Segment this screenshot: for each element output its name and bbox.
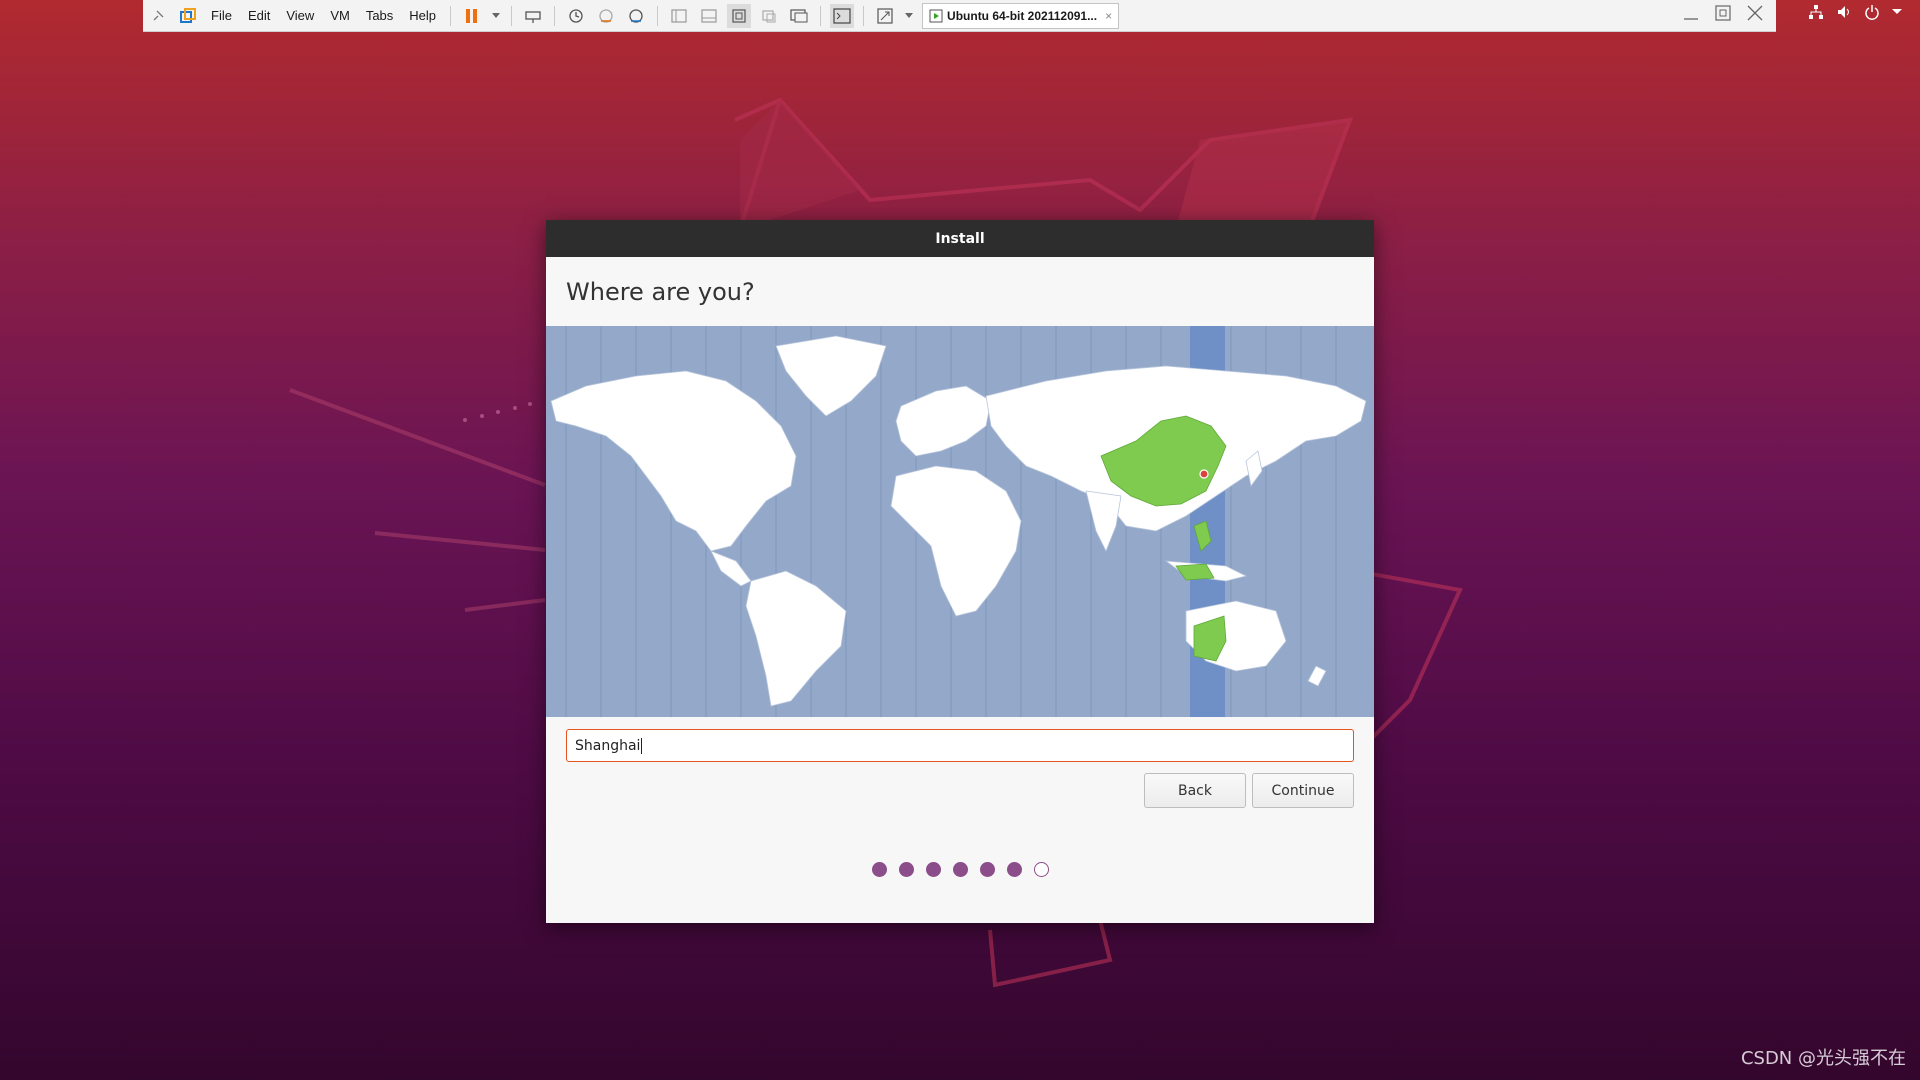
menu-view[interactable]: View — [278, 8, 322, 23]
page-title: Where are you? — [566, 277, 755, 306]
progress-dot-completed — [925, 862, 941, 877]
close-tab-icon[interactable]: × — [1105, 9, 1112, 23]
pause-icon[interactable] — [460, 4, 484, 28]
close-icon[interactable] — [1746, 4, 1764, 22]
menu-edit[interactable]: Edit — [240, 8, 278, 23]
minimize-icon[interactable] — [1682, 4, 1700, 22]
install-window: Install Where are you? Shanghai Back Con… — [546, 220, 1374, 923]
vm-tab[interactable]: Ubuntu 64-bit 202112091... × — [922, 2, 1120, 29]
toolbar-divider — [863, 5, 865, 26]
unity-icon[interactable] — [757, 4, 781, 28]
menu-help[interactable]: Help — [401, 8, 444, 23]
menu-tabs[interactable]: Tabs — [358, 8, 401, 23]
watermark: CSDN @光头强不在 — [1740, 1048, 1906, 1069]
toolbar-divider — [511, 5, 513, 26]
vm-tab-title: Ubuntu 64-bit 202112091... — [947, 8, 1098, 23]
chevron-down-icon[interactable] — [903, 4, 915, 28]
vmware-logo-icon — [176, 4, 200, 28]
vmware-toolbar: File Edit View VM Tabs Help Ubuntu 64-bi… — [143, 0, 1776, 32]
menu-vm[interactable]: VM — [322, 8, 358, 23]
stretch-icon[interactable] — [873, 4, 897, 28]
text-caret — [641, 737, 643, 754]
snapshot-manager-icon[interactable] — [624, 4, 648, 28]
restore-icon[interactable] — [1714, 4, 1732, 22]
progress-dot-completed — [1006, 862, 1022, 877]
progress-dot-completed — [871, 862, 887, 877]
thumbnail-bar-icon[interactable] — [697, 4, 721, 28]
console-view-icon[interactable] — [787, 4, 811, 28]
volume-icon[interactable] — [1836, 4, 1852, 20]
timezone-input-value: Shanghai — [575, 737, 641, 754]
toolbar-divider — [554, 5, 556, 26]
continue-button[interactable]: Continue — [1252, 773, 1354, 808]
toolbar-divider — [450, 5, 452, 26]
window-titlebar[interactable]: Install — [546, 220, 1374, 257]
progress-dot-completed — [898, 862, 914, 877]
pin-icon[interactable] — [146, 4, 170, 28]
timezone-input[interactable]: Shanghai — [566, 729, 1354, 762]
progress-dot-completed — [979, 862, 995, 877]
back-button[interactable]: Back — [1144, 773, 1246, 808]
terminal-icon[interactable] — [830, 3, 855, 28]
send-keys-icon[interactable] — [521, 4, 545, 28]
toolbar-divider — [657, 5, 659, 26]
snapshot-icon[interactable] — [564, 4, 588, 28]
world-map-graphic — [550, 326, 1367, 717]
system-tray — [1808, 4, 1902, 20]
timezone-map[interactable] — [546, 326, 1374, 717]
chevron-down-icon[interactable] — [490, 4, 502, 28]
selected-region — [1100, 415, 1227, 662]
progress-indicator — [546, 862, 1374, 877]
location-marker-icon — [1199, 469, 1209, 479]
revert-snapshot-icon[interactable] — [594, 4, 618, 28]
full-screen-icon[interactable] — [727, 3, 752, 28]
network-icon[interactable] — [1808, 4, 1824, 20]
window-title: Install — [935, 230, 985, 247]
vm-running-icon — [929, 9, 943, 22]
window-controls — [1682, 4, 1764, 22]
progress-dot-current — [1033, 862, 1049, 877]
toolbar-divider — [820, 5, 822, 26]
progress-dot-completed — [952, 862, 968, 877]
show-library-icon[interactable] — [667, 4, 691, 28]
chevron-down-icon[interactable] — [1892, 8, 1902, 16]
menu-file[interactable]: File — [203, 8, 240, 23]
power-icon[interactable] — [1864, 4, 1880, 20]
